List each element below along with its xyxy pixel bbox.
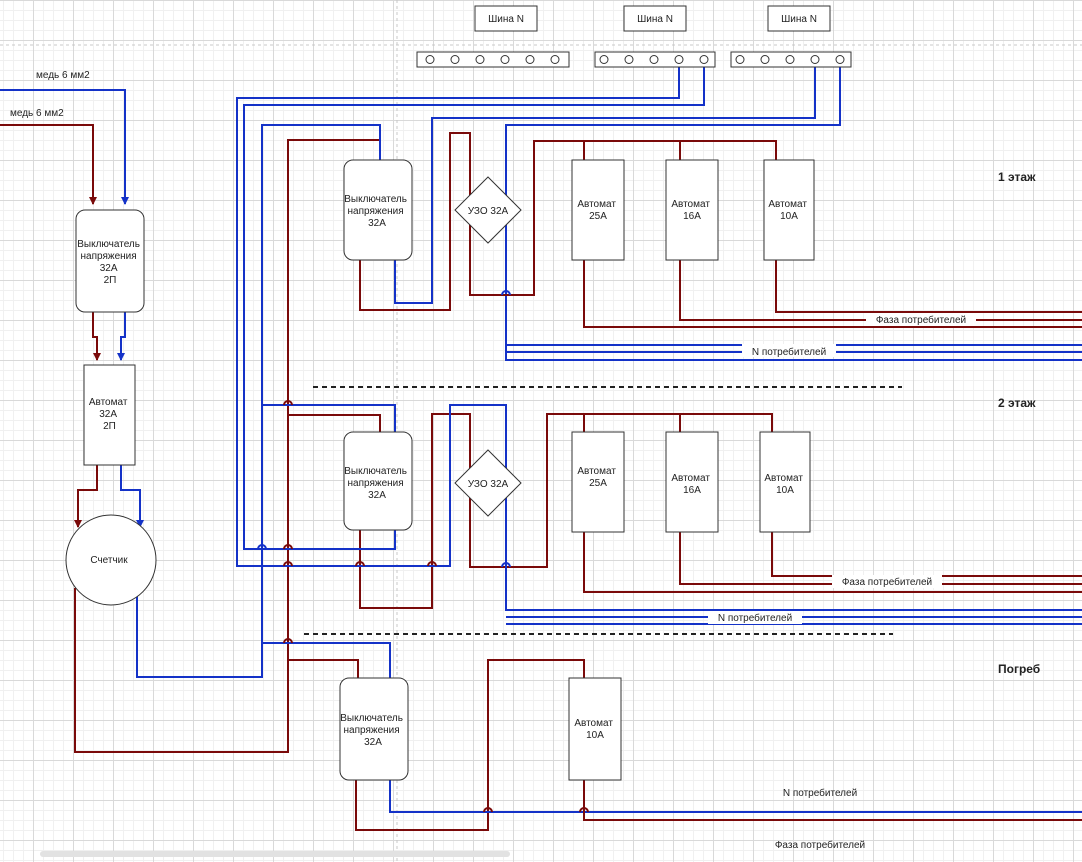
floor1-rcd-label: УЗО 32А (468, 206, 509, 217)
switch-breaker-phase[interactable] (92, 312, 101, 361)
bus-label: Шина N (637, 14, 673, 25)
bus-label: Шина N (781, 14, 817, 25)
meter[interactable]: Счетчик (65, 514, 157, 606)
floor1-phase-label: Фаза потребителей (876, 314, 966, 326)
bus-terminal[interactable] (674, 55, 684, 64)
bus-terminal[interactable] (649, 55, 659, 64)
basement-phase-label: Фаза потребителей (775, 839, 865, 851)
bus-terminal[interactable] (624, 55, 634, 64)
floor1-switch[interactable]: Выключатель напряжения 32А (343, 159, 413, 261)
bus-label: Шина N (488, 14, 524, 25)
basement-phase-feed[interactable] (288, 659, 359, 678)
breaker-meter-phase[interactable] (74, 465, 98, 528)
bus-terminal[interactable] (699, 55, 709, 64)
floor1-rcd[interactable]: УЗО 32А (454, 176, 522, 244)
switch-breaker-neutral[interactable] (117, 312, 126, 361)
basement-switch[interactable]: Выключатель напряжения 32А (339, 677, 409, 781)
bus-terminal[interactable] (599, 55, 609, 64)
bus-terminal[interactable] (525, 55, 535, 64)
floor1-breaker-16a[interactable]: Автомат 16А (665, 159, 719, 261)
floor2-rcd-label: УЗО 32А (468, 479, 509, 490)
wiring-diagram: Шина N Шина N Шина N медь 6 мм2 медь 6 м… (0, 0, 1082, 862)
floor2-phase-feed[interactable] (288, 414, 381, 432)
basement-phase-out[interactable] (583, 780, 1082, 821)
input-cable-label-red: медь 6 мм2 (10, 108, 64, 119)
bus-terminal[interactable] (835, 55, 845, 64)
bus-terminal[interactable] (500, 55, 510, 64)
floor2-switch[interactable]: Выключатель напряжения 32А (343, 431, 413, 531)
breaker-body (665, 159, 719, 261)
floor2-switch-neutral-out[interactable] (244, 530, 396, 550)
meter-label: Счетчик (90, 555, 128, 566)
main-breaker[interactable]: Автомат 32А 2П (83, 364, 136, 466)
bus-terminal[interactable] (550, 55, 560, 64)
breaker-body (571, 159, 625, 261)
floor2-breaker-16a[interactable]: Автомат 16А (665, 431, 719, 533)
bus-terminal[interactable] (475, 55, 485, 64)
input-cable-label-blue: медь 6 мм2 (36, 70, 90, 81)
bus-terminal[interactable] (425, 55, 435, 64)
bus-terminal[interactable] (785, 55, 795, 64)
n-bus-2[interactable]: Шина N (594, 5, 716, 68)
basement-neutral-label: N потребителей (783, 787, 857, 799)
n-bus-1[interactable]: Шина N (416, 5, 570, 68)
floor2-out-10[interactable] (771, 532, 1082, 577)
basement-neutral-out[interactable] (389, 780, 1082, 813)
floor2-neutral-label: N потребителей (718, 612, 792, 624)
n-bus-3[interactable]: Шина N (730, 5, 852, 68)
bus-bar (416, 51, 570, 68)
floor2-breaker-25a[interactable]: Автомат 25А (571, 431, 625, 533)
basement-title: Погреб (998, 662, 1040, 676)
wires (0, 60, 1082, 831)
floor1-breaker-10a[interactable]: Автомат 10А (763, 159, 815, 261)
main-switch[interactable]: Выключатель напряжения 32А 2П (75, 209, 145, 313)
breaker-body (763, 159, 815, 261)
floor2-title: 2 этаж (998, 396, 1036, 410)
floor2-rcd[interactable]: УЗО 32А (454, 449, 522, 517)
input-phase-wire[interactable] (0, 124, 97, 205)
floor2-breaker-10a[interactable]: Автомат 10А (759, 431, 811, 533)
floor1-breaker-25a[interactable]: Автомат 25А (571, 159, 625, 261)
floor1-out-10[interactable] (775, 260, 1082, 313)
horizontal-scrollbar[interactable] (40, 851, 510, 857)
floor1-title: 1 этаж (998, 170, 1036, 184)
breaker-body (568, 677, 622, 781)
floor2-phase-label: Фаза потребителей (842, 576, 932, 588)
bus-terminal[interactable] (760, 55, 770, 64)
bus-terminal[interactable] (810, 55, 820, 64)
wire-crossings (257, 290, 589, 813)
floor1-out-25[interactable] (583, 260, 1082, 328)
bus-terminal[interactable] (735, 55, 745, 64)
basement-breaker-10a[interactable]: Автомат 10А (568, 677, 622, 781)
bus-terminal[interactable] (450, 55, 460, 64)
floor2-neutral-feed[interactable] (262, 404, 396, 432)
floor1-neutral-label: N потребителей (752, 346, 826, 358)
